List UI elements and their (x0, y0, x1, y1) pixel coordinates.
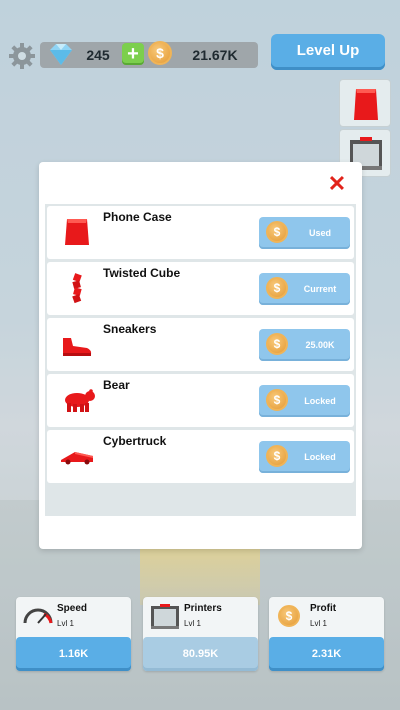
item-action-label: 25.00K (305, 340, 335, 350)
coin-icon: $ (266, 277, 288, 299)
coin-icon: $ (266, 221, 288, 243)
upgrade-card-printers: Printers Lvl 1 80.95K (143, 597, 258, 671)
item-name: Sneakers (103, 322, 157, 336)
coin-icon: $ (266, 333, 288, 355)
item-name: Bear (103, 378, 130, 392)
upgrade-card-speed: Speed Lvl 1 1.16K (16, 597, 131, 671)
diamond-icon (50, 44, 72, 65)
model-select-modal: ✕ Phone Case $ Used Twisted Cube $ Curre… (39, 162, 362, 549)
item-action-button[interactable]: $ Current (259, 273, 350, 305)
item-action-button[interactable]: $ Locked (259, 385, 350, 417)
printer-icon (151, 604, 179, 629)
phone-case-icon (65, 219, 89, 245)
coin-icon: $ (278, 605, 300, 627)
upgrade-level: Lvl 1 (310, 619, 327, 628)
current-model-button[interactable] (339, 79, 391, 127)
upgrade-level: Lvl 1 (184, 619, 201, 628)
item-action-button[interactable]: $ 25.00K (259, 329, 350, 361)
list-item: Bear $ Locked (47, 374, 354, 427)
item-name: Phone Case (103, 210, 172, 224)
model-list[interactable]: Phone Case $ Used Twisted Cube $ Current (45, 204, 356, 516)
level-up-button[interactable]: Level Up (271, 34, 385, 70)
coin-count: 21.67K (192, 47, 238, 63)
item-name: Cybertruck (103, 434, 167, 448)
upgrade-speed-button[interactable]: 1.16K (16, 637, 131, 671)
coin-icon: $ (148, 41, 172, 65)
list-item: Twisted Cube $ Current (47, 262, 354, 315)
upgrade-printers-button[interactable]: 80.95K (143, 637, 258, 671)
coin-icon: $ (266, 445, 288, 467)
item-action-label: Locked (304, 396, 336, 406)
close-icon[interactable]: ✕ (327, 173, 347, 195)
list-item: Sneakers $ 25.00K (47, 318, 354, 371)
speedometer-icon (23, 608, 53, 624)
twisted-cube-icon (72, 273, 82, 304)
item-action-label: Used (308, 228, 331, 238)
settings-gear-icon[interactable] (8, 42, 36, 70)
upgrade-card-profit: $ Profit Lvl 1 2.31K (269, 597, 384, 671)
item-action-label: Current (303, 284, 337, 294)
list-item: Phone Case $ Used (47, 206, 354, 259)
upgrade-title: Printers (184, 603, 222, 614)
bear-icon (65, 389, 95, 412)
item-name: Twisted Cube (103, 266, 181, 280)
upgrade-title: Speed (57, 603, 88, 614)
top-bar: 245 + $ 21.67K Level Up (0, 30, 400, 80)
cybertruck-icon (61, 452, 93, 465)
upgrade-level: Lvl 1 (57, 619, 74, 628)
upgrade-profit-button[interactable]: 2.31K (269, 637, 384, 671)
list-item: Cybertruck $ Locked (47, 430, 354, 483)
item-action-label: Locked (304, 452, 336, 462)
phone-case-icon (354, 89, 378, 120)
sneaker-icon (63, 338, 92, 356)
item-action-button[interactable]: $ Used (259, 217, 350, 249)
add-currency-button[interactable]: + (122, 43, 144, 65)
coin-icon: $ (266, 389, 288, 411)
gem-count: 245 (86, 47, 110, 63)
upgrade-title: Profit (310, 603, 337, 614)
item-action-button[interactable]: $ Locked (259, 441, 350, 473)
